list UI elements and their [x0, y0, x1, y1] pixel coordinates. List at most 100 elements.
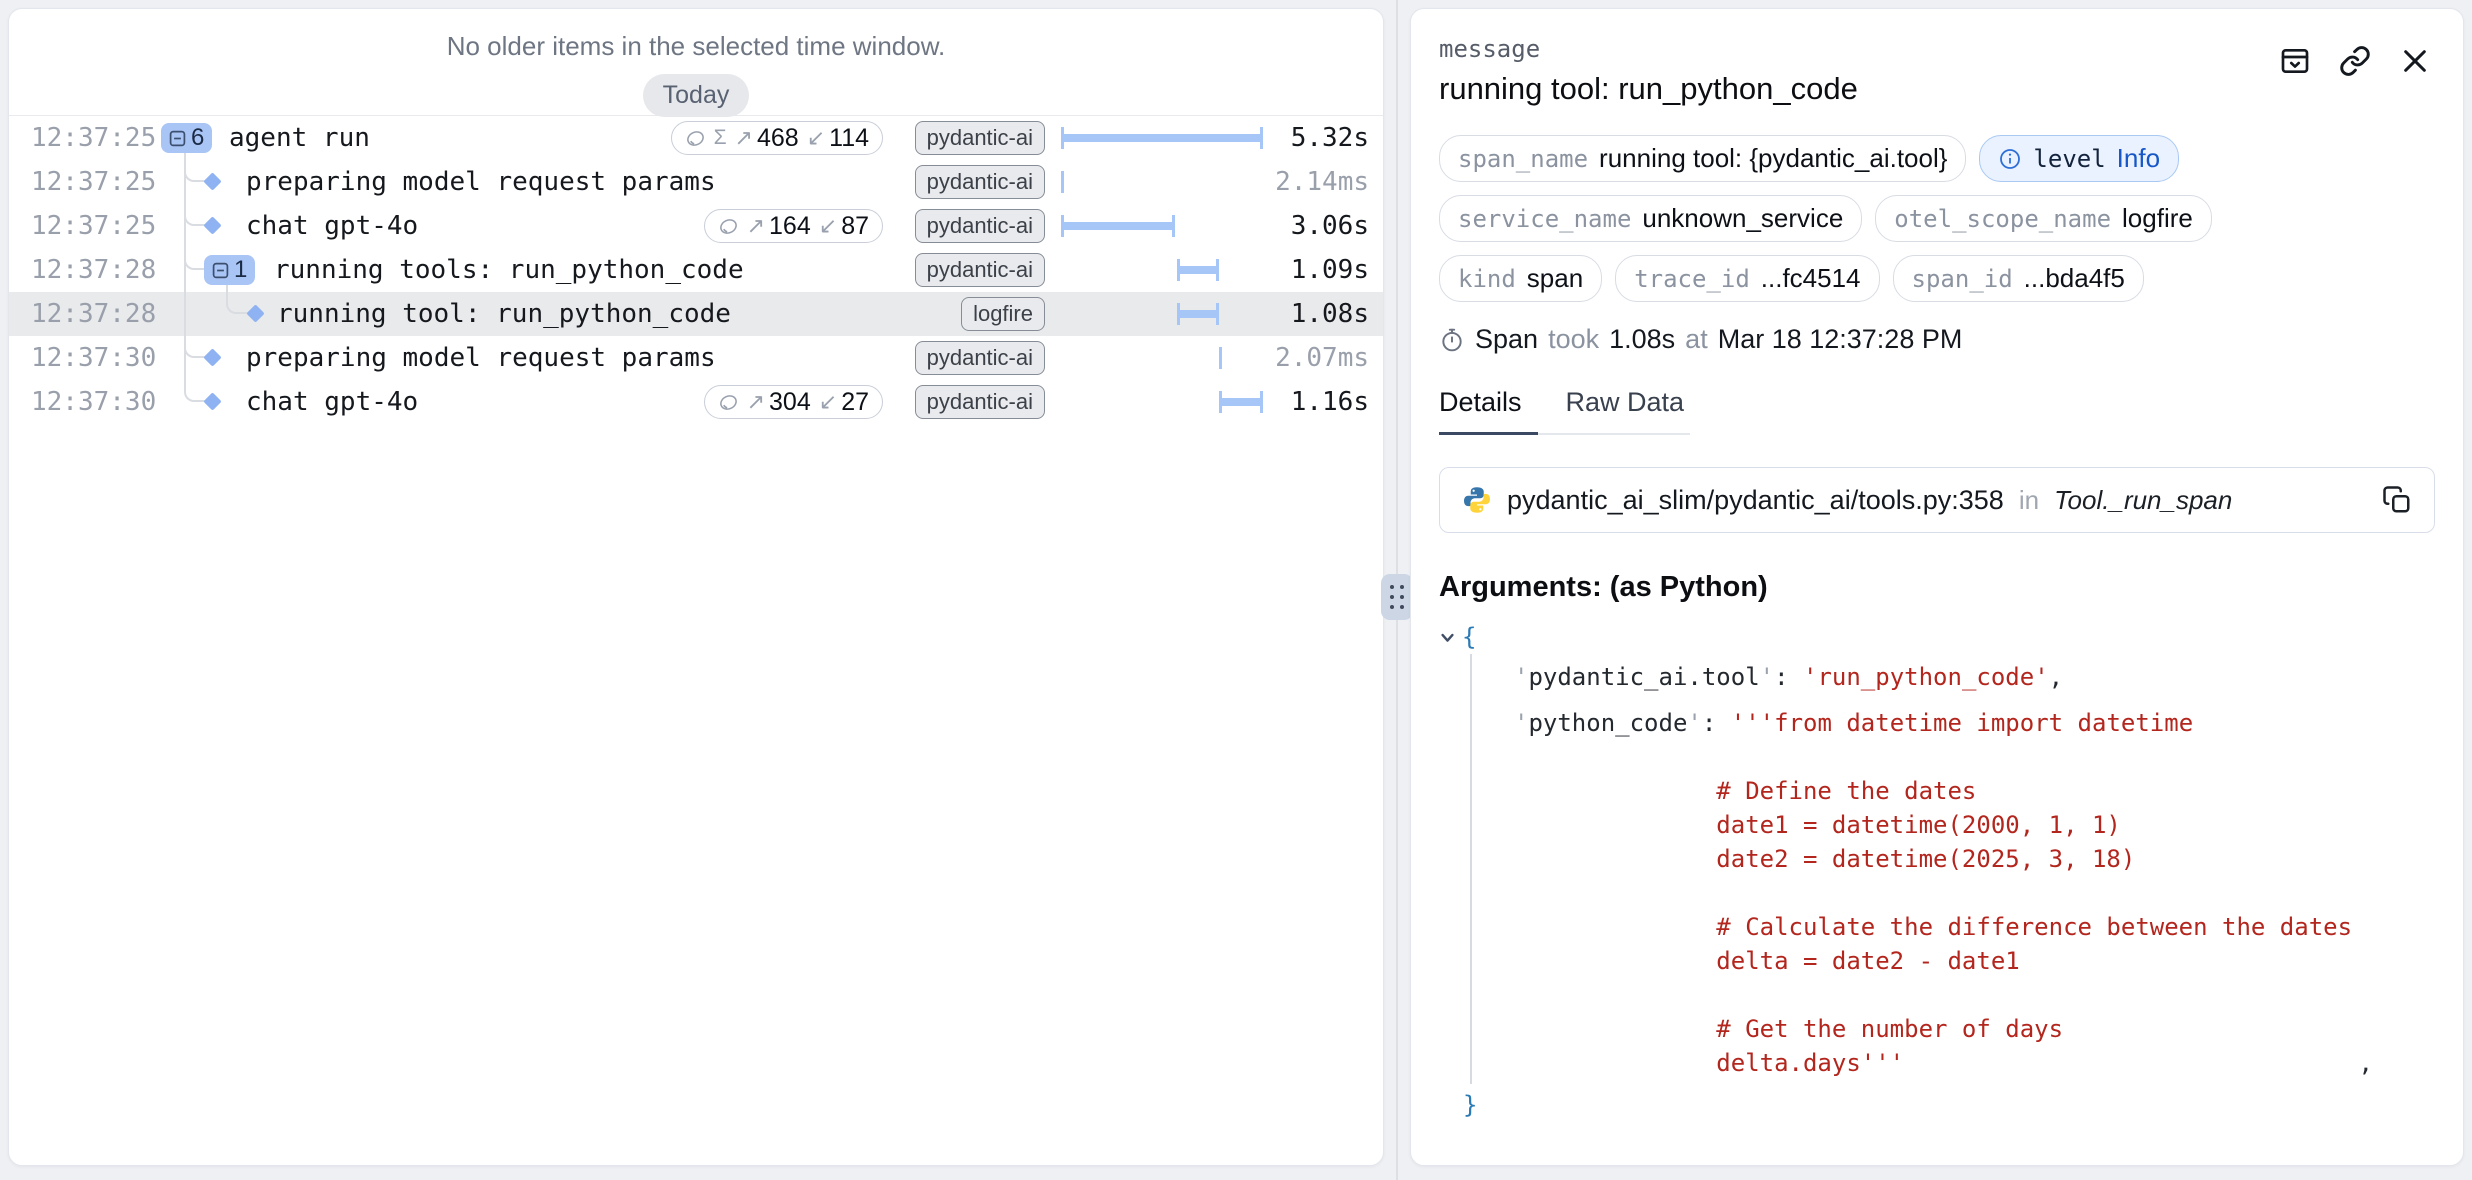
duration-bar: [1219, 347, 1222, 369]
tokens-received: 87: [841, 212, 869, 241]
span-timestamp: 12:37:30: [9, 343, 159, 373]
collapse-children-button[interactable]: 1: [204, 255, 255, 285]
chevron-down-icon[interactable]: [1439, 629, 1456, 646]
code-multiline-string: # Define the dates date1 = datetime(2000…: [1514, 740, 2435, 1080]
log-diamond-icon: [203, 172, 221, 190]
span-tree-cell: 6 agent run Σ ↗ 468 ↙ 114: [159, 116, 895, 160]
chip-trace-id[interactable]: trace_id ...fc4514: [1615, 255, 1879, 302]
duration-bar: [1177, 310, 1219, 318]
close-brace: }: [1463, 1091, 1477, 1119]
scope-badge[interactable]: pydantic-ai: [915, 165, 1045, 199]
log-diamond-icon: [203, 348, 221, 366]
duration-bar: [1061, 134, 1263, 142]
span-duration: 5.32s: [1263, 123, 1383, 153]
span-duration: 1.08s: [1263, 299, 1383, 329]
child-count: 6: [191, 124, 204, 152]
trace-row[interactable]: 12:37:30 preparing model request params …: [9, 336, 1383, 380]
trace-row[interactable]: 12:37:30 chat gpt-4o ↗ 304 ↙ 27 pydantic…: [9, 380, 1383, 424]
span-tree-cell: preparing model request params: [159, 336, 895, 380]
archive-icon[interactable]: [2279, 45, 2311, 77]
collapse-children-button[interactable]: 6: [161, 123, 212, 153]
tree-branch: [226, 291, 250, 314]
duration-bar: [1061, 222, 1175, 230]
chip-kind[interactable]: kind span: [1439, 255, 1602, 302]
trace-row[interactable]: 12:37:28 1 running tools: run_python_cod…: [9, 248, 1383, 292]
code-key: pydantic_ai.tool: [1528, 663, 1759, 691]
trace-row[interactable]: 12:37:25 chat gpt-4o ↗ 164 ↙ 87 pydantic…: [9, 204, 1383, 248]
chip-otel-scope-name[interactable]: otel_scope_name logfire: [1875, 195, 2212, 242]
timeline-cell: [1061, 160, 1263, 204]
span-name: chat gpt-4o: [246, 204, 418, 248]
tree-branch: [184, 335, 206, 358]
info-icon: [1998, 147, 2022, 171]
trace-row[interactable]: 12:37:25 6 agent run Σ ↗ 468 ↙ 114 pydan…: [9, 116, 1383, 160]
today-button[interactable]: Today: [643, 74, 750, 117]
source-location[interactable]: pydantic_ai_slim/pydantic_ai/tools.py:35…: [1439, 467, 2435, 533]
tab-raw-data[interactable]: Raw Data: [1566, 387, 1691, 433]
span-timestamp: 12:37:25: [9, 123, 159, 153]
chip-span-name[interactable]: span_name running tool: {pydantic_ai.too…: [1439, 135, 1966, 182]
token-usage-badge[interactable]: ↗ 164 ↙ 87: [704, 209, 883, 243]
tokens-received: 114: [829, 124, 869, 153]
open-brace: {: [1462, 620, 1476, 654]
timeline-cell: [1061, 248, 1263, 292]
span-timing-summary: Span took 1.08s at Mar 18 12:37:28 PM: [1439, 324, 2435, 355]
tokens-received-icon: ↙: [819, 389, 837, 415]
log-diamond-icon: [203, 392, 221, 410]
trace-row[interactable]: 12:37:25 preparing model request params …: [9, 160, 1383, 204]
token-coin-icon: [685, 128, 706, 149]
trace-list-header: No older items in the selected time wind…: [9, 9, 1383, 116]
span-name: chat gpt-4o: [246, 380, 418, 424]
duration-bar: [1061, 171, 1064, 193]
copy-icon[interactable]: [2382, 485, 2412, 515]
scope-badge[interactable]: pydantic-ai: [915, 121, 1045, 155]
timeline-cell: [1061, 204, 1263, 248]
span-timestamp: 12:37:25: [9, 167, 159, 197]
code-body: 'pydantic_ai.tool': 'run_python_code', '…: [1470, 654, 2435, 1084]
tab-details[interactable]: Details: [1439, 387, 1538, 435]
arguments-heading: Arguments: (as Python): [1439, 571, 2435, 604]
code-entry-python-code: 'python_code': '''from datetime import d…: [1514, 706, 2435, 1080]
timeline-cell: [1061, 292, 1263, 336]
sigma-total-icon: Σ: [714, 126, 727, 150]
square-minus-icon: [212, 262, 229, 279]
span-tree-cell: running tool: run_python_code: [159, 292, 895, 336]
tokens-sent: 304: [769, 388, 811, 417]
token-usage-badge[interactable]: Σ ↗ 468 ↙ 114: [671, 121, 883, 155]
chip-span-id[interactable]: span_id ...bda4f5: [1893, 255, 2144, 302]
duration-bar: [1219, 398, 1263, 406]
token-usage-badge[interactable]: ↗ 304 ↙ 27: [704, 385, 883, 419]
tree-branch: [184, 203, 206, 226]
span-name: preparing model request params: [246, 160, 716, 204]
timeline-cell: [1061, 380, 1263, 424]
code-key: python_code: [1528, 709, 1687, 737]
arguments-code-block: { 'pydantic_ai.tool': 'run_python_code',…: [1439, 620, 2435, 1122]
square-minus-icon: [169, 130, 186, 147]
python-logo-icon: [1462, 485, 1492, 515]
code-string-value: 'run_python_code': [1803, 663, 2049, 691]
scope-badge[interactable]: pydantic-ai: [915, 341, 1045, 375]
tree-line: [184, 292, 186, 336]
source-function: Tool._run_span: [2054, 485, 2232, 516]
link-icon[interactable]: [2339, 45, 2371, 77]
tokens-received-icon: ↙: [819, 213, 837, 239]
attribute-chips: span_name running tool: {pydantic_ai.too…: [1439, 135, 2435, 302]
chip-level[interactable]: level Info: [1979, 135, 2179, 182]
scope-badge[interactable]: pydantic-ai: [915, 253, 1045, 287]
panel-resize-handle[interactable]: [1381, 574, 1413, 620]
tokens-sent-icon: ↗: [747, 389, 765, 415]
detail-tabs: Details Raw Data: [1439, 387, 1690, 435]
chip-service-name[interactable]: service_name unknown_service: [1439, 195, 1862, 242]
span-duration: 1.16s: [1263, 387, 1383, 417]
source-in-word: in: [2019, 485, 2039, 516]
close-icon[interactable]: [2399, 45, 2431, 77]
trace-row-selected[interactable]: 12:37:28 running tool: run_python_code l…: [9, 292, 1383, 336]
tokens-received-icon: ↙: [807, 125, 825, 151]
code-entry-tool: 'pydantic_ai.tool': 'run_python_code',: [1514, 660, 2435, 694]
scope-badge[interactable]: logfire: [961, 297, 1045, 331]
child-count: 1: [234, 256, 247, 284]
timeline-cell: [1061, 116, 1263, 160]
scope-badge[interactable]: pydantic-ai: [915, 385, 1045, 419]
scope-badge[interactable]: pydantic-ai: [915, 209, 1045, 243]
span-tree-cell: 1 running tools: run_python_code: [159, 248, 895, 292]
